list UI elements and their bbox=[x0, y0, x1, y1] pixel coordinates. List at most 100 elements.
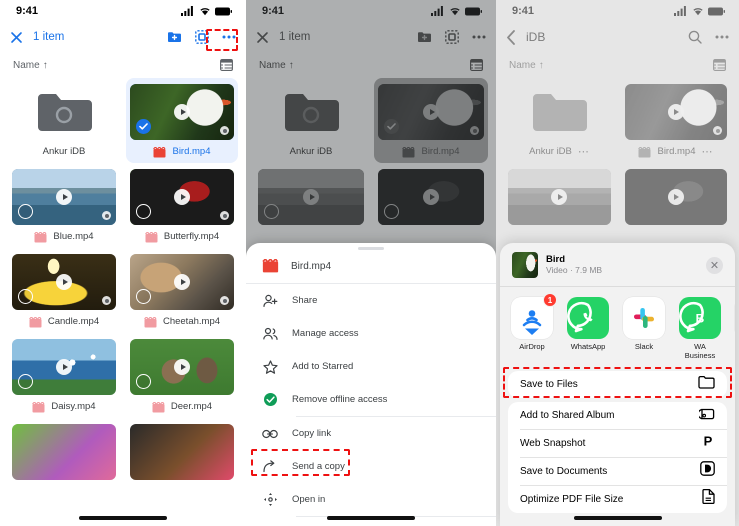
airdrop-icon: 1 bbox=[511, 293, 557, 339]
play-icon bbox=[174, 359, 190, 375]
share-action-optimize-pdf-file-size[interactable]: Optimize PDF File Size bbox=[508, 486, 727, 513]
file-name: Blue.mp4 bbox=[53, 231, 94, 243]
file-name: Ankur iDB bbox=[42, 146, 86, 158]
selection-circle-icon[interactable] bbox=[136, 204, 151, 219]
more-options-icon[interactable] bbox=[222, 35, 236, 39]
home-indicator bbox=[79, 516, 167, 520]
share-action-web-snapshot[interactable]: Web Snapshot P bbox=[508, 430, 727, 457]
file-cell-candle[interactable]: Candle.mp4 bbox=[8, 248, 120, 333]
action-item-manage-access[interactable]: Manage access bbox=[246, 317, 496, 350]
share-app-whatsapp[interactable]: WhatsApp bbox=[566, 297, 610, 361]
wifi-icon bbox=[200, 8, 210, 16]
video-thumbnail bbox=[12, 169, 116, 225]
battery-icon bbox=[215, 7, 232, 15]
action-item-send-a-copy[interactable]: Send a copy bbox=[246, 450, 496, 483]
people-icon bbox=[262, 327, 278, 341]
selection-circle-icon[interactable] bbox=[136, 374, 151, 389]
folder-thumbnail bbox=[12, 84, 116, 140]
video-thumbnail bbox=[12, 339, 116, 395]
action-item-remove-offline-access[interactable]: Remove offline access bbox=[246, 383, 496, 416]
p-letter-icon: P bbox=[701, 433, 715, 453]
file-cell-blue[interactable]: Blue.mp4 bbox=[8, 163, 120, 248]
send-arrow-icon bbox=[262, 460, 278, 473]
screenshot-stage: 9:41 1 item Name ↑ Ankur iDB Bird.mp4 Bl… bbox=[0, 0, 739, 526]
star-outline-icon bbox=[262, 359, 278, 374]
sort-label: Name bbox=[13, 59, 40, 71]
share-app-label: WhatsApp bbox=[570, 342, 606, 351]
status-bar: 9:41 bbox=[0, 0, 246, 22]
action-item-add-to-starred[interactable]: Add to Starred bbox=[246, 350, 496, 383]
share-app-slack-2[interactable]: Slac bbox=[734, 297, 735, 361]
selection-circle-icon[interactable] bbox=[18, 289, 33, 304]
close-icon[interactable]: ✕ bbox=[706, 256, 723, 274]
documents-d-icon bbox=[700, 461, 715, 481]
action-item-share[interactable]: Share bbox=[246, 284, 496, 317]
share-action-label: Web Snapshot bbox=[520, 437, 586, 449]
selection-circle-icon[interactable] bbox=[136, 289, 151, 304]
video-thumbnail bbox=[130, 84, 234, 140]
video-file-icon bbox=[151, 401, 165, 412]
sort-bar: Name ↑ bbox=[0, 52, 246, 78]
action-item-label: Send a copy bbox=[292, 461, 345, 472]
video-file-icon bbox=[262, 259, 279, 273]
action-sheet-file-header: Bird.mp4 bbox=[246, 250, 496, 283]
file-cell-cheetah[interactable]: Cheetah.mp4 bbox=[126, 248, 238, 333]
open-in-icon bbox=[262, 492, 278, 507]
video-thumbnail bbox=[130, 339, 234, 395]
home-indicator bbox=[573, 516, 662, 520]
select-all-icon[interactable] bbox=[195, 30, 209, 44]
video-thumbnail bbox=[130, 254, 234, 310]
share-file-title: Bird bbox=[546, 253, 565, 265]
folder-icon bbox=[698, 375, 715, 394]
share-file-subtitle: Video · 7.9 MB bbox=[546, 265, 603, 276]
file-name: Cheetah.mp4 bbox=[162, 316, 221, 328]
play-icon bbox=[174, 104, 190, 120]
file-cell-bird[interactable]: Bird.mp4 bbox=[126, 78, 238, 163]
video-thumbnail bbox=[130, 424, 234, 480]
selection-circle-icon[interactable] bbox=[18, 374, 33, 389]
share-app-label: AirDrop bbox=[519, 342, 545, 351]
share-app-row: 1 AirDrop WhatsApp Slack B WA Business bbox=[500, 287, 735, 367]
action-item-label: Open in bbox=[292, 494, 326, 505]
status-bar-indicators bbox=[181, 6, 232, 16]
share-app-label: Slac bbox=[734, 342, 735, 351]
play-icon bbox=[56, 189, 72, 205]
svg-text:B: B bbox=[696, 312, 705, 326]
airdrop-badge: 1 bbox=[543, 293, 557, 307]
share-action-label: Save to Files bbox=[520, 378, 578, 390]
share-app-slack[interactable]: Slack bbox=[622, 297, 666, 361]
panel-google-drive-selection: 9:41 1 item Name ↑ Ankur iDB Bird.mp4 Bl… bbox=[0, 0, 246, 526]
add-to-folder-icon[interactable] bbox=[167, 30, 182, 44]
action-item-label: Manage access bbox=[292, 328, 359, 339]
file-cell-butterfly[interactable]: Butterfly.mp4 bbox=[126, 163, 238, 248]
file-name: Candle.mp4 bbox=[47, 316, 100, 328]
action-item-open-in[interactable]: Open in bbox=[246, 483, 496, 516]
video-thumbnail bbox=[12, 424, 116, 480]
action-item-copy-link[interactable]: Copy link bbox=[246, 417, 496, 450]
file-cell-daisy[interactable]: Daisy.mp4 bbox=[8, 333, 120, 418]
selection-circle-icon[interactable] bbox=[18, 204, 33, 219]
share-action-save-to-files[interactable]: Save to Files bbox=[508, 371, 727, 398]
play-icon bbox=[56, 274, 72, 290]
share-action-save-to-documents[interactable]: Save to Documents bbox=[508, 458, 727, 485]
share-app-airdrop[interactable]: 1 AirDrop bbox=[510, 293, 557, 361]
share-action-label: Add to Shared Album bbox=[520, 409, 615, 421]
folder-icon bbox=[38, 94, 92, 131]
svg-text:P: P bbox=[704, 434, 713, 448]
selection-checkmark-icon[interactable] bbox=[136, 119, 151, 134]
list-view-icon[interactable] bbox=[220, 59, 233, 71]
file-cell-partial-2[interactable] bbox=[126, 418, 238, 484]
close-icon[interactable] bbox=[10, 31, 23, 44]
file-name: Deer.mp4 bbox=[170, 401, 213, 413]
video-file-icon bbox=[144, 231, 158, 242]
file-cell-partial-1[interactable] bbox=[8, 418, 120, 484]
file-action-sheet: Bird.mp4 Share Manage access Add to Star… bbox=[246, 243, 496, 526]
link-icon bbox=[262, 429, 278, 439]
share-action-add-to-shared-album[interactable]: Add to Shared Album bbox=[508, 402, 727, 429]
sort-button[interactable]: Name ↑ bbox=[13, 60, 48, 71]
file-cell-folder[interactable]: Ankur iDB bbox=[8, 78, 120, 163]
share-app-wa-business[interactable]: B WA Business bbox=[678, 297, 722, 361]
file-cell-deer[interactable]: Deer.mp4 bbox=[126, 333, 238, 418]
person-add-icon bbox=[262, 294, 278, 308]
offline-available-icon bbox=[220, 126, 229, 135]
